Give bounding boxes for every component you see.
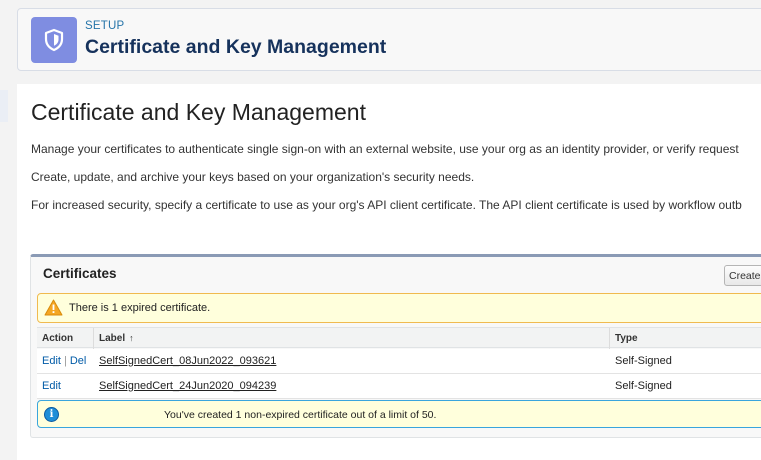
warning-text: There is 1 expired certificate. (69, 302, 211, 314)
page-title: Certificate and Key Management (31, 99, 366, 125)
certificate-limit-info: i You've created 1 non-expired certifica… (37, 400, 761, 428)
delete-link[interactable]: Del (70, 355, 87, 367)
description-line: Manage your certificates to authenticate… (31, 142, 739, 156)
description-line: For increased security, specify a certif… (31, 198, 742, 212)
left-nav-edge (0, 90, 8, 122)
column-divider (609, 328, 610, 349)
action-cell: Edit (42, 380, 61, 392)
header-title: Certificate and Key Management (85, 36, 387, 58)
description-line: Create, update, and archive your keys ba… (31, 170, 475, 184)
action-cell: Edit | Del (42, 355, 86, 367)
create-button[interactable]: Create (724, 265, 761, 286)
label-cell: SelfSignedCert_08Jun2022_093621 (99, 355, 276, 367)
table-header: Action Label ↑ Type (37, 327, 761, 349)
sort-ascending-icon: ↑ (129, 333, 134, 343)
label-cell: SelfSignedCert_24Jun2020_094239 (99, 380, 276, 392)
setup-header: SETUP Certificate and Key Management (17, 8, 761, 71)
certificates-panel: Certificates Create There is 1 expired c… (30, 254, 761, 438)
shield-icon (31, 17, 77, 63)
column-action: Action (42, 333, 74, 344)
warning-icon (44, 299, 63, 316)
table-row: Edit | Del SelfSignedCert_08Jun2022_093621… (37, 349, 761, 374)
certificate-label-link[interactable]: SelfSignedCert_24Jun2020_094239 (99, 380, 276, 392)
info-text: You've created 1 non-expired certificate… (164, 409, 437, 421)
type-cell: Self-Signed (615, 355, 672, 367)
panel-title: Certificates (43, 266, 117, 281)
column-type: Type (615, 333, 638, 344)
table-row: Edit SelfSignedCert_24Jun2020_094239 Sel… (37, 374, 761, 399)
type-cell: Self-Signed (615, 380, 672, 392)
info-icon: i (44, 407, 59, 422)
edit-link[interactable]: Edit (42, 380, 61, 392)
action-separator: | (63, 355, 67, 367)
column-label[interactable]: Label ↑ (99, 333, 134, 344)
column-label-text: Label (99, 333, 126, 344)
header-eyebrow: SETUP (85, 20, 125, 32)
certificate-label-link[interactable]: SelfSignedCert_08Jun2022_093621 (99, 355, 276, 367)
edit-link[interactable]: Edit (42, 355, 61, 367)
main-content: Certificate and Key Management Manage yo… (17, 84, 761, 460)
expired-warning: There is 1 expired certificate. (37, 293, 761, 323)
column-divider (93, 328, 94, 349)
